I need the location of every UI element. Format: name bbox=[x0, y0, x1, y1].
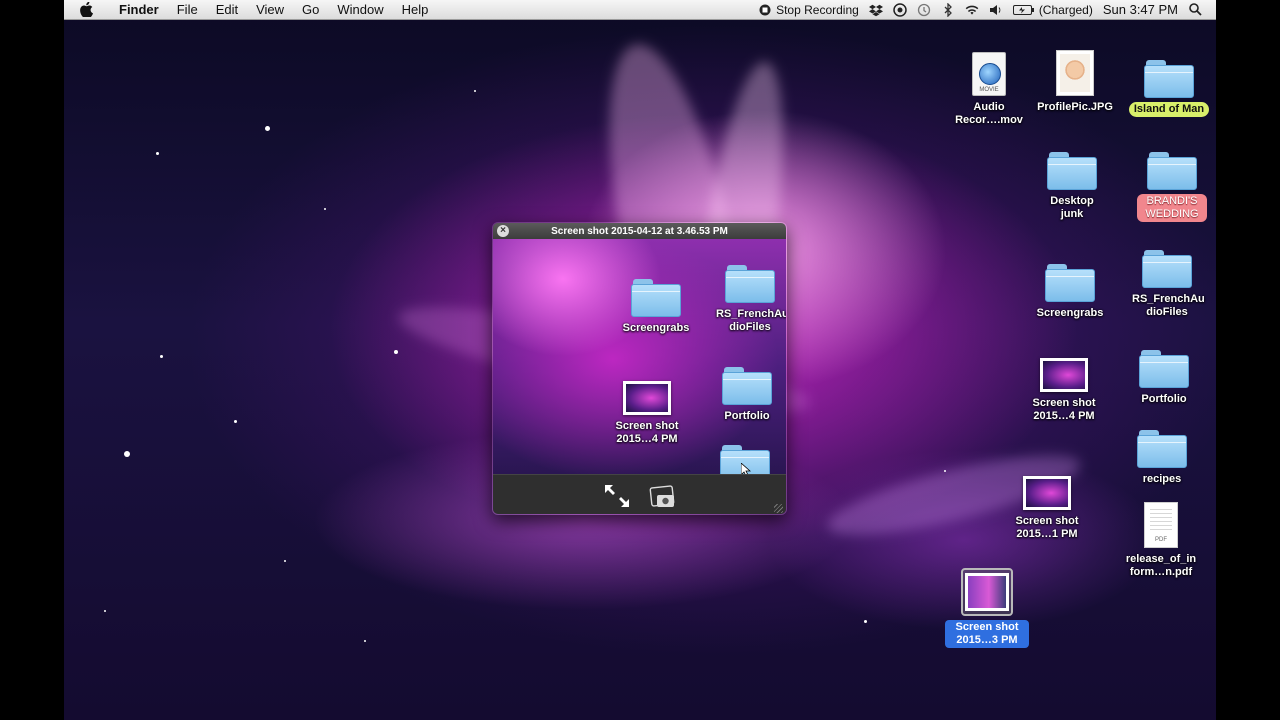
menu-go[interactable]: Go bbox=[293, 0, 328, 19]
star bbox=[394, 350, 398, 354]
quicklook-titlebar[interactable]: × Screen shot 2015-04-12 at 3.46.53 PM bbox=[493, 223, 786, 239]
pdf-file-icon: PDF bbox=[1144, 502, 1178, 548]
preview-icon-label: Portfolio bbox=[724, 410, 770, 422]
desktop-icon-label: Island of Man bbox=[1128, 102, 1210, 117]
quicklook-preview: Screengrabs RS_FrenchAu dioFiles Screen … bbox=[493, 239, 787, 483]
menu-view[interactable]: View bbox=[247, 0, 293, 19]
desktop-icon-label: BRANDI'S WEDDING bbox=[1137, 194, 1207, 222]
time-machine-icon[interactable] bbox=[917, 3, 931, 17]
sync-icon[interactable] bbox=[893, 2, 907, 17]
wifi-icon[interactable] bbox=[965, 3, 979, 17]
desktop-icon-island-of-man[interactable]: Island of Man bbox=[1121, 46, 1216, 117]
screenshot-file-icon bbox=[1040, 358, 1088, 392]
resize-grip[interactable] bbox=[774, 504, 783, 513]
desktop-icon-recipes[interactable]: recipes bbox=[1114, 416, 1210, 487]
desktop-icon-screenshot-1pm[interactable]: Screen shot 2015…1 PM bbox=[999, 458, 1095, 542]
battery-status[interactable]: (Charged) bbox=[1012, 2, 1093, 17]
menu-file[interactable]: File bbox=[168, 0, 207, 19]
desktop-icon-label: RS_FrenchAu dioFiles bbox=[1132, 293, 1205, 318]
stop-recording-icon bbox=[758, 3, 772, 17]
preview-icon-rs-frenchaudiofiles: RS_FrenchAu dioFiles bbox=[702, 251, 787, 335]
apple-menu-icon[interactable] bbox=[80, 2, 102, 17]
desktop-icon-label: Screengrabs bbox=[1036, 307, 1104, 319]
desktop-icon-screengrabs[interactable]: Screengrabs bbox=[1022, 250, 1118, 321]
preview-icon-portfolio: Portfolio bbox=[699, 353, 786, 424]
desktop[interactable]: Finder File Edit View Go Window Help Sto… bbox=[64, 0, 1216, 720]
desktop-icon-release-pdf[interactable]: PDF release_of_in form…n.pdf bbox=[1113, 496, 1209, 580]
desktop-icon-label: Portfolio bbox=[1141, 393, 1187, 405]
desktop-icon-brandis-wedding[interactable]: BRANDI'S WEDDING bbox=[1124, 138, 1216, 222]
desktop-icon-screenshot-4pm[interactable]: Screen shot 2015…4 PM bbox=[1016, 340, 1112, 424]
desktop-icon-label: ProfilePic.JPG bbox=[1037, 101, 1113, 113]
desktop-icon-label: Audio Recor….mov bbox=[955, 101, 1023, 126]
star bbox=[284, 560, 286, 562]
desktop-icon-label: Screen shot 2015…3 PM bbox=[945, 620, 1029, 648]
fullscreen-icon bbox=[604, 484, 629, 507]
quicklook-controls bbox=[493, 474, 786, 514]
desktop-icon-screenshot-3pm[interactable]: Screen shot 2015…3 PM bbox=[939, 564, 1035, 648]
iphoto-icon bbox=[649, 484, 674, 507]
star bbox=[364, 640, 366, 642]
folder-icon bbox=[1144, 60, 1194, 98]
stop-recording-label: Stop Recording bbox=[776, 2, 859, 17]
desktop-icon-label: Desktop junk bbox=[1050, 195, 1094, 220]
menu-edit[interactable]: Edit bbox=[207, 0, 247, 19]
quicklook-title: Screen shot 2015-04-12 at 3.46.53 PM bbox=[551, 225, 728, 237]
star bbox=[324, 208, 326, 210]
star bbox=[156, 152, 159, 155]
fullscreen-button[interactable] bbox=[601, 481, 633, 511]
screenshot-file-icon bbox=[623, 381, 671, 415]
desktop-icon-rs-frenchaudiofiles[interactable]: RS_FrenchAu dioFiles bbox=[1119, 236, 1215, 320]
star bbox=[265, 126, 270, 131]
video-file-icon bbox=[961, 568, 1013, 616]
menu-clock[interactable]: Sun 3:47 PM bbox=[1103, 2, 1178, 17]
folder-icon bbox=[1045, 264, 1095, 302]
preview-icon-label: Screen shot 2015…4 PM bbox=[615, 420, 679, 445]
stop-recording-button[interactable]: Stop Recording bbox=[758, 3, 859, 17]
quicklook-window[interactable]: × Screen shot 2015-04-12 at 3.46.53 PM S… bbox=[492, 222, 787, 515]
preview-icon-screenshot: Screen shot 2015…4 PM bbox=[599, 363, 695, 447]
desktop-icon-label: Screen shot 2015…4 PM bbox=[1032, 397, 1096, 422]
desktop-icon-label: Screen shot 2015…1 PM bbox=[1015, 515, 1079, 540]
battery-icon bbox=[1012, 3, 1035, 17]
menu-window[interactable]: Window bbox=[328, 0, 392, 19]
folder-icon bbox=[1139, 350, 1189, 388]
star bbox=[104, 610, 106, 612]
volume-icon[interactable] bbox=[989, 3, 1003, 17]
folder-icon bbox=[722, 367, 772, 405]
menu-finder[interactable]: Finder bbox=[110, 0, 168, 19]
add-to-iphoto-button[interactable] bbox=[647, 481, 679, 511]
spotlight-icon[interactable] bbox=[1188, 3, 1202, 17]
folder-icon bbox=[1142, 250, 1192, 288]
desktop-icon-label: recipes bbox=[1142, 473, 1182, 485]
menu-help[interactable]: Help bbox=[393, 0, 438, 19]
star bbox=[944, 470, 946, 472]
folder-icon bbox=[1047, 152, 1097, 190]
folder-icon bbox=[631, 279, 681, 317]
star bbox=[124, 451, 130, 457]
close-icon[interactable]: × bbox=[497, 225, 509, 237]
folder-icon bbox=[1147, 152, 1197, 190]
bluetooth-icon[interactable] bbox=[941, 2, 955, 17]
star bbox=[864, 620, 867, 623]
folder-icon bbox=[725, 265, 775, 303]
star bbox=[234, 420, 237, 423]
battery-label: (Charged) bbox=[1038, 2, 1093, 17]
desktop-icon-desktop-junk[interactable]: Desktop junk bbox=[1024, 138, 1120, 222]
folder-icon bbox=[1137, 430, 1187, 468]
menu-bar: Finder File Edit View Go Window Help Sto… bbox=[64, 0, 1216, 20]
photo-file-icon bbox=[1056, 50, 1094, 96]
desktop-icon-audio-recording[interactable]: MOVIE Audio Recor….mov bbox=[941, 44, 1037, 128]
desktop-icon-label: release_of_in form…n.pdf bbox=[1125, 553, 1197, 578]
star bbox=[474, 90, 476, 92]
desktop-icon-profile-pic[interactable]: ProfilePic.JPG bbox=[1027, 44, 1123, 115]
preview-icon-label: Screengrabs bbox=[622, 322, 690, 334]
dropbox-icon[interactable] bbox=[868, 3, 883, 17]
screenshot-file-icon bbox=[1023, 476, 1071, 510]
movie-file-icon: MOVIE bbox=[972, 52, 1006, 96]
star bbox=[160, 355, 163, 358]
desktop-icon-portfolio[interactable]: Portfolio bbox=[1116, 336, 1212, 407]
preview-icon-screengrabs: Screengrabs bbox=[608, 265, 704, 336]
preview-icon-label: RS_FrenchAu dioFiles bbox=[716, 308, 787, 333]
